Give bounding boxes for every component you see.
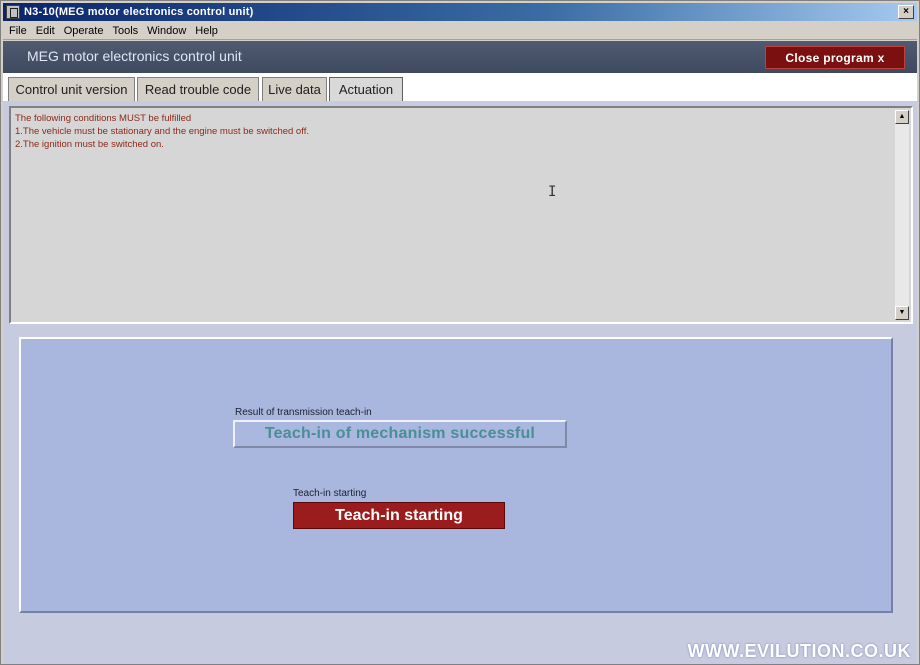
app-title: MEG motor electronics control unit (27, 48, 242, 64)
result-label: Result of transmission teach-in (235, 407, 372, 418)
tab-live-data[interactable]: Live data (262, 77, 327, 101)
tab-actuation[interactable]: Actuation (329, 77, 403, 101)
main-area: The following conditions MUST be fulfill… (3, 101, 917, 664)
app-header: MEG motor electronics control unit Close… (3, 41, 917, 73)
tab-strip: Control unit version Read trouble code L… (3, 73, 917, 101)
scroll-up-arrow-icon[interactable]: ▲ (895, 110, 909, 124)
condition-line: 1.The vehicle must be stationary and the… (15, 126, 309, 137)
teach-in-panel: Result of transmission teach-in Teach-in… (19, 337, 893, 613)
title-bar[interactable]: N3-10(MEG motor electronics control unit… (3, 3, 917, 21)
conditions-textarea[interactable]: The following conditions MUST be fulfill… (9, 106, 913, 324)
window-close-button[interactable]: × (898, 5, 914, 19)
tab-control-unit-version[interactable]: Control unit version (8, 77, 135, 101)
close-program-button[interactable]: Close program x (765, 46, 905, 69)
tab-read-trouble-code[interactable]: Read trouble code (137, 77, 259, 101)
result-display: Teach-in of mechanism successful (233, 420, 567, 448)
watermark: WWW.EVILUTION.CO.UK (687, 641, 911, 661)
result-value: Teach-in of mechanism successful (264, 425, 536, 442)
condition-line: The following conditions MUST be fulfill… (15, 113, 192, 124)
scroll-down-arrow-icon[interactable]: ▼ (895, 306, 909, 320)
menu-tools[interactable]: Tools (112, 25, 138, 37)
menu-operate[interactable]: Operate (64, 25, 104, 37)
conditions-text: The following conditions MUST be fulfill… (15, 112, 309, 151)
menu-edit[interactable]: Edit (36, 25, 55, 37)
menu-window[interactable]: Window (147, 25, 186, 37)
teach-in-starting-button[interactable]: Teach-in starting (293, 502, 505, 529)
app-window: N3-10(MEG motor electronics control unit… (0, 0, 920, 665)
app-icon (6, 5, 20, 19)
window-title: N3-10(MEG motor electronics control unit… (24, 6, 254, 18)
menu-help[interactable]: Help (195, 25, 218, 37)
text-cursor-icon: I (548, 184, 557, 200)
condition-line: 2.The ignition must be switched on. (15, 139, 164, 150)
vertical-scrollbar[interactable]: ▲ ▼ (895, 110, 909, 320)
menu-file[interactable]: File (9, 25, 27, 37)
menu-bar: File Edit Operate Tools Window Help (3, 22, 917, 40)
teach-in-label: Teach-in starting (293, 488, 367, 499)
